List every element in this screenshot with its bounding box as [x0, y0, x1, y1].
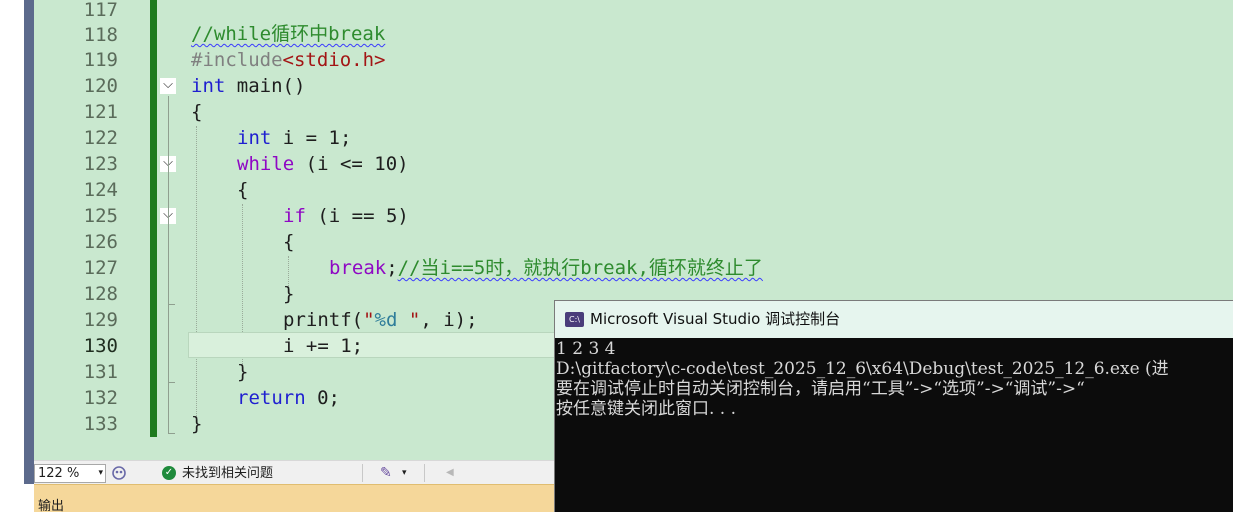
code-text: (i <= 10) [294, 153, 409, 175]
code-line-123[interactable]: while (i <= 10) [237, 151, 409, 177]
line-number: 122 [83, 127, 118, 149]
line-number: 129 [83, 309, 118, 331]
code-line-126[interactable]: { [283, 229, 294, 255]
line-number: 118 [83, 24, 118, 46]
zoom-dropdown[interactable]: 122 % ▾ [34, 464, 106, 483]
line-number: 121 [83, 101, 118, 123]
keyword: while [237, 153, 295, 175]
include-path: <stdio.h> [282, 49, 386, 71]
code-text: 0; [305, 387, 340, 409]
console-title: Microsoft Visual Studio 调试控制台 [590, 310, 841, 328]
code-text: (i == 5) [305, 205, 409, 227]
line-number: 123 [83, 153, 118, 175]
outline-guide-end [168, 433, 175, 434]
separator [362, 464, 363, 482]
check-circle-icon: ✓ [162, 466, 176, 480]
console-titlebar[interactable]: C:\ Microsoft Visual Studio 调试控制台 [555, 301, 1233, 338]
code-text: , i); [420, 309, 478, 331]
line-number: 131 [83, 361, 118, 383]
comment: //当i==5时，就执行break,循环就终止了 [397, 257, 763, 279]
string-literal: " [363, 309, 375, 331]
collapse-icon[interactable]: ⌵ [160, 78, 176, 94]
keyword: int [191, 75, 226, 97]
code-line-120[interactable]: int main() [191, 73, 305, 99]
line-number: 117 [83, 0, 118, 21]
code-line-131[interactable]: } [237, 359, 248, 385]
code-line-122[interactable]: int i = 1; [237, 125, 351, 151]
change-tracking-bar [150, 0, 157, 437]
code-line-121[interactable]: { [191, 99, 202, 125]
keyword: break [329, 257, 387, 279]
console-output-line: 按任意键关闭此窗口. . . [556, 399, 737, 419]
code-line-133[interactable]: } [191, 411, 202, 437]
indent-guide [196, 126, 197, 416]
line-number: 132 [83, 387, 118, 409]
chevron-down-icon[interactable]: ▾ [402, 464, 407, 482]
code-text: i = 1; [271, 127, 352, 149]
scroll-left-icon[interactable]: ◀ [446, 465, 454, 481]
line-number: 127 [83, 257, 118, 279]
editor-glyph-margin[interactable] [34, 0, 60, 460]
code-line-125[interactable]: if (i == 5) [283, 203, 409, 229]
string-literal: " [397, 309, 421, 331]
keyword: return [237, 387, 306, 409]
line-number: 124 [83, 179, 118, 201]
zoom-level: 122 % [38, 466, 80, 481]
debug-console-window[interactable]: C:\ Microsoft Visual Studio 调试控制台 1 2 3 … [554, 300, 1233, 512]
current-line-number: 130 [83, 335, 118, 357]
code-line-119[interactable]: #include<stdio.h> [191, 47, 385, 73]
code-line-128[interactable]: } [283, 281, 294, 307]
code-cleanup-icon[interactable]: ✎ [380, 464, 398, 482]
console-output-line: D:\gitfactory\c-code\test_2025_12_6\x64\… [556, 359, 1169, 379]
code-line-127[interactable]: break;//当i==5时，就执行break,循环就终止了 [329, 255, 763, 281]
line-number: 133 [83, 413, 118, 435]
code-text: main() [225, 75, 306, 97]
code-line-132[interactable]: return 0; [237, 385, 340, 411]
console-app-icon: C:\ [565, 312, 584, 327]
code-line-118[interactable]: //while循环中break [191, 21, 385, 47]
editor-status-bar: 122 % ▾ ✓ 未找到相关问题 ✎ ▾ ◀ [34, 460, 554, 484]
console-output-line: 要在调试停止时自动关闭控制台，请启用“工具”->“选项”->“调试”->“ [556, 379, 1085, 399]
separator [424, 464, 425, 482]
line-number: 119 [83, 49, 118, 71]
format-specifier: %d [374, 309, 398, 331]
output-panel-title: 输出 [38, 499, 65, 512]
outline-guide [168, 96, 169, 434]
preprocessor-directive: #include [191, 49, 283, 71]
line-number: 128 [83, 283, 118, 305]
current-line-highlight [188, 332, 558, 358]
code-line-129[interactable]: printf("%d ", i); [283, 307, 478, 333]
copilot-icon[interactable] [111, 464, 127, 482]
issues-status-label[interactable]: 未找到相关问题 [182, 465, 273, 482]
code-text: ; [386, 257, 398, 279]
outline-guide-end [168, 382, 175, 383]
code-line-124[interactable]: { [237, 177, 248, 203]
left-window-edge [0, 0, 24, 512]
output-panel-header[interactable]: 输出 [34, 484, 554, 512]
console-output-line: 1 2 3 4 [556, 339, 616, 359]
keyword: int [237, 127, 272, 149]
editor-left-frame [24, 0, 34, 484]
function-call: printf( [283, 309, 364, 331]
comment: //while循环中break [191, 23, 386, 45]
keyword: if [283, 205, 306, 227]
line-number: 126 [83, 231, 118, 253]
outline-guide-end [168, 304, 175, 305]
chevron-down-icon: ▾ [98, 468, 103, 478]
code-line-130[interactable]: i += 1; [283, 333, 363, 359]
line-number: 120 [83, 75, 118, 97]
line-number: 125 [83, 205, 118, 227]
